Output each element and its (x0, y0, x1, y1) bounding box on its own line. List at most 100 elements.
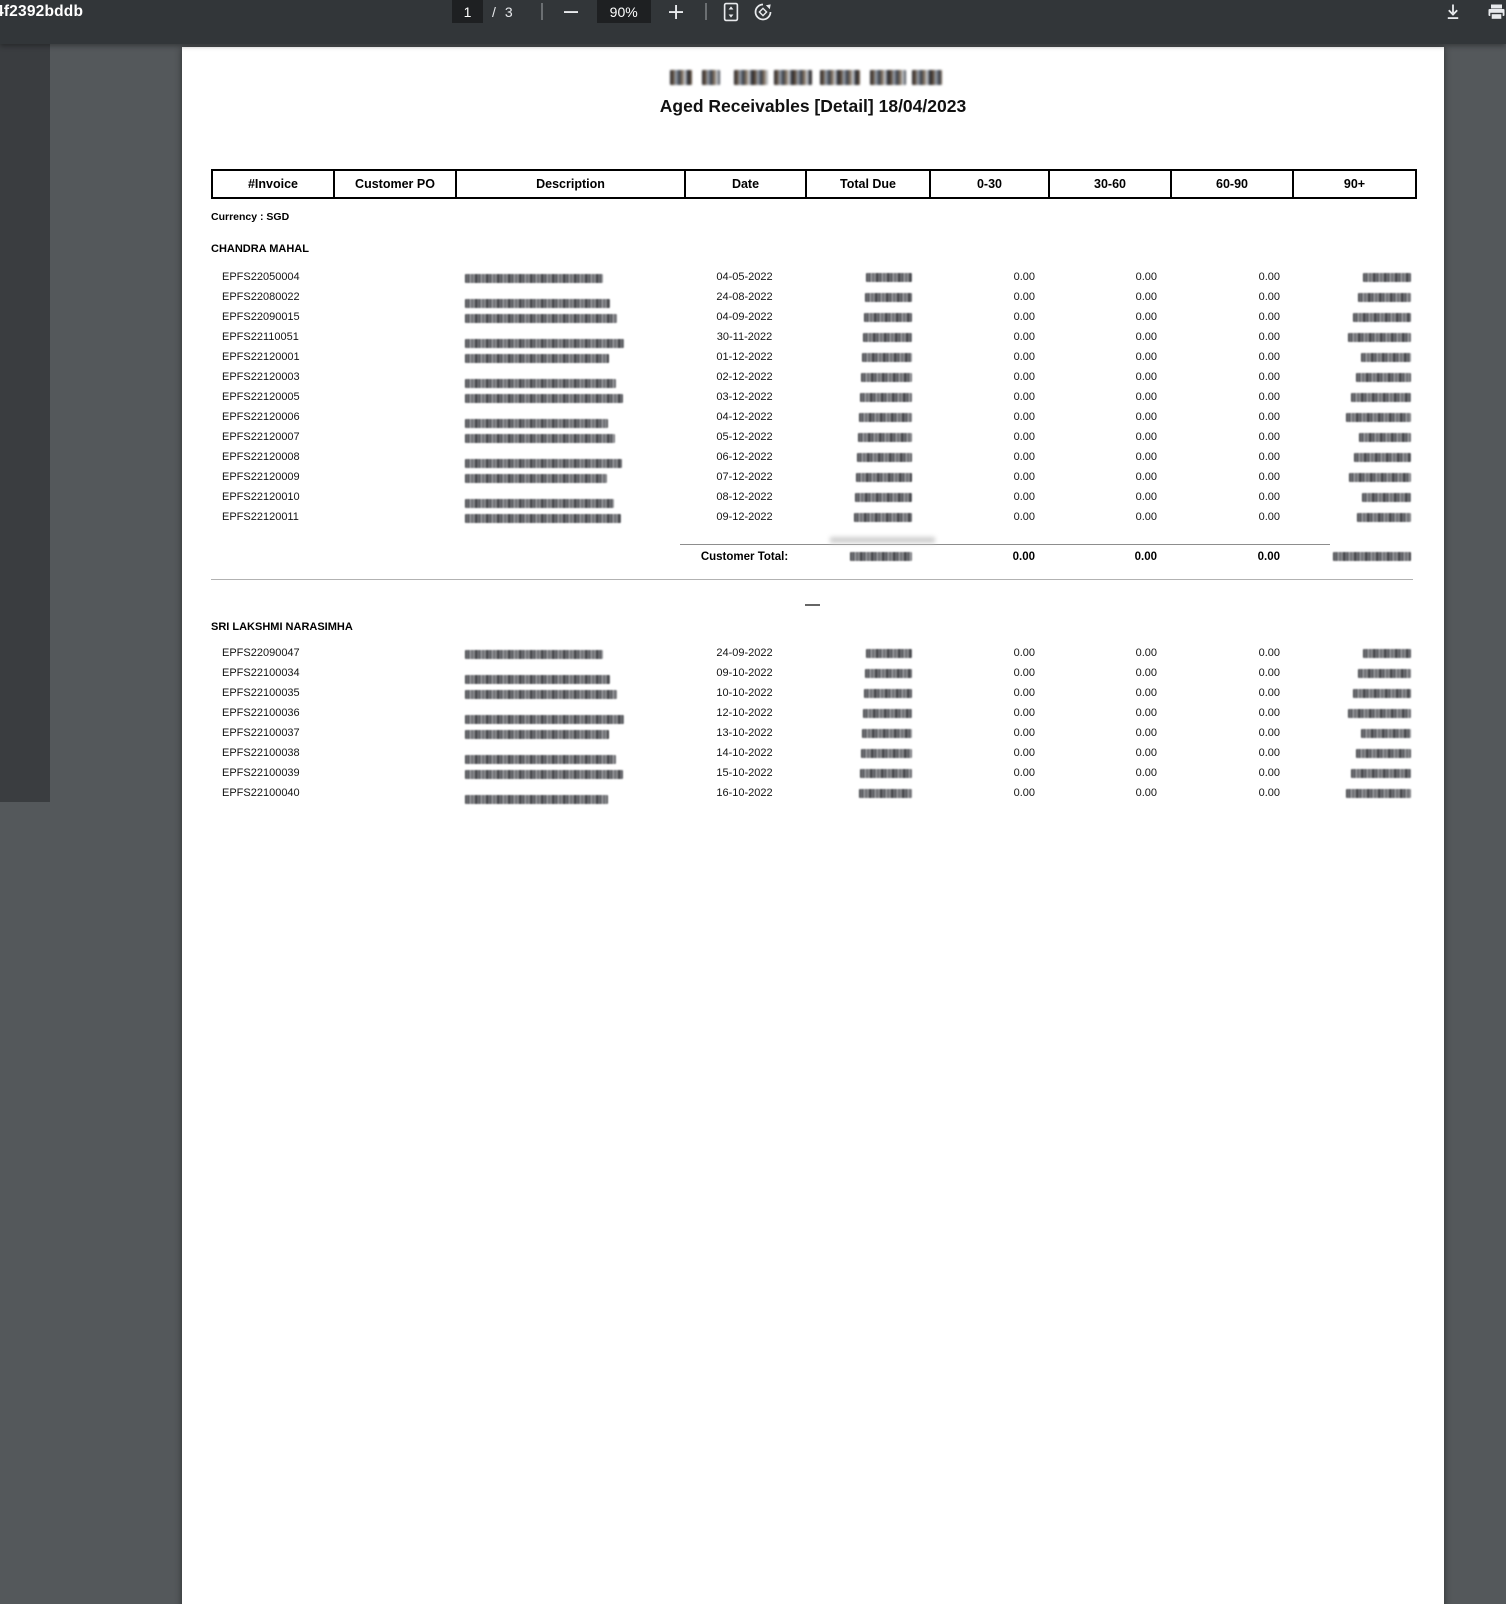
description-cell (455, 783, 684, 804)
toolbar-row: 4f2392bddb 1 / 3 90% (0, 0, 1506, 23)
description-cell (455, 663, 684, 684)
company-name-redacted-segment (870, 70, 906, 85)
redacted-description (465, 729, 609, 739)
aging-90-plus-cell (1292, 447, 1413, 467)
table-row: EPFS22050004 04-05-2022 0.00 0.00 0.00 (211, 267, 1413, 287)
column-header: 30-60 (1050, 171, 1172, 197)
aging-0-30-value: 0.00 (1013, 707, 1035, 719)
customer-po-cell (333, 367, 455, 387)
description-cell (455, 467, 684, 487)
page-number-input[interactable]: 1 (452, 0, 483, 23)
aging-90-plus-cell (1292, 287, 1413, 307)
invoice-number: EPFS22100038 (222, 747, 300, 759)
total-due-cell (805, 763, 929, 783)
total-due-cell (805, 327, 929, 347)
description-cell (455, 387, 684, 407)
download-button[interactable] (1441, 0, 1465, 23)
invoice-date: 04-05-2022 (716, 271, 773, 283)
aging-0-30-value: 0.00 (1013, 351, 1035, 363)
redacted-aging-90-plus (1348, 332, 1411, 342)
redacted-description (465, 458, 622, 468)
redacted-total-due (864, 312, 912, 322)
description-cell (455, 407, 684, 428)
currency-label: Currency : SGD (211, 211, 290, 223)
print-icon (1486, 2, 1506, 22)
redacted-total-due (860, 392, 912, 402)
aging-90-plus-cell (1292, 407, 1413, 427)
redacted-total-due (856, 472, 912, 482)
customer-po-cell (333, 267, 455, 287)
redacted-aging-90-plus (1357, 512, 1411, 522)
description-cell (455, 307, 684, 327)
customer-po-cell (333, 743, 455, 763)
aging-60-90-value: 0.00 (1258, 371, 1280, 383)
table-row: EPFS22100036 12-10-2022 0.00 0.00 0.00 (211, 703, 1413, 724)
aging-60-90-value: 0.00 (1258, 767, 1280, 779)
aging-60-90-value: 0.00 (1258, 391, 1280, 403)
description-cell (455, 723, 684, 743)
column-header: 90+ (1343, 177, 1366, 191)
print-button[interactable] (1486, 0, 1506, 23)
aging-0-30-value: 0.00 (1013, 371, 1035, 383)
redacted-total-due (866, 272, 912, 282)
column-header: Date (686, 171, 807, 197)
aging-60-90-value: 0.00 (1258, 707, 1280, 719)
aging-30-60-value: 0.00 (1135, 511, 1157, 523)
customer-po-cell (333, 427, 455, 447)
customer-po-cell (333, 487, 455, 507)
aging-60-90-value: 0.00 (1258, 491, 1280, 503)
table-row: EPFS22100040 16-10-2022 0.00 0.00 0.00 (211, 783, 1413, 804)
invoice-number: EPFS22100037 (222, 727, 300, 739)
total-due-cell (805, 287, 929, 307)
table-row: EPFS22120003 02-12-2022 0.00 0.00 0.00 (211, 367, 1413, 388)
download-icon (1443, 2, 1463, 22)
total-due-cell (805, 663, 929, 683)
invoice-rows: EPFS22090047 24-09-2022 0.00 0.00 0.00 EPFS22… (182, 643, 1444, 804)
table-row: EPFS22120011 09-12-2022 0.00 0.00 0.00 (211, 507, 1413, 527)
table-row: EPFS22120005 03-12-2022 0.00 0.00 0.00 (211, 387, 1413, 407)
aging-30-60-value: 0.00 (1135, 667, 1157, 679)
customer-total-0-30: 0.00 (1012, 551, 1035, 563)
redacted-description (465, 353, 609, 363)
invoice-date: 03-12-2022 (716, 391, 773, 403)
column-header: 60-90 (1172, 171, 1294, 197)
minus-icon (561, 2, 581, 22)
redacted-aging-90-plus (1353, 312, 1411, 322)
company-name-redacted-segment (820, 70, 860, 85)
rotate-button[interactable] (751, 0, 775, 23)
document-filename: 4f2392bddb (0, 3, 84, 20)
customer-po-cell (333, 287, 455, 307)
aging-30-60-value: 0.00 (1135, 727, 1157, 739)
aging-0-30-value: 0.00 (1013, 391, 1035, 403)
aging-0-30-value: 0.00 (1013, 331, 1035, 343)
fit-to-page-button[interactable] (719, 0, 743, 23)
invoice-date: 06-12-2022 (716, 451, 773, 463)
redacted-aging-90-plus (1359, 432, 1411, 442)
aging-0-30-value: 0.00 (1013, 727, 1035, 739)
invoice-number: EPFS22120006 (222, 411, 300, 423)
aging-30-60-value: 0.00 (1135, 767, 1157, 779)
table-row: EPFS22100034 09-10-2022 0.00 0.00 0.00 (211, 663, 1413, 684)
customer-total-60-90: 0.00 (1257, 551, 1280, 563)
pdf-viewer-window: { "colors": { "toolbar_bg": "#323639", "… (0, 0, 1506, 1604)
invoice-date: 14-10-2022 (716, 747, 773, 759)
company-name-redacted-segment (734, 70, 768, 85)
redacted-total-due (861, 372, 912, 382)
company-name-redacted-segment (912, 70, 942, 85)
viewer-left-panel (0, 44, 50, 802)
aging-90-plus-cell (1292, 723, 1413, 743)
aging-60-90-value: 0.00 (1258, 687, 1280, 699)
redacted-aging-90-plus (1356, 372, 1411, 382)
aging-60-90-value: 0.00 (1258, 511, 1280, 523)
zoom-in-button[interactable] (664, 0, 688, 23)
customer-po-cell (333, 407, 455, 427)
redacted-aging-90-plus (1346, 412, 1411, 422)
customer-po-cell (333, 663, 455, 683)
aging-60-90-value: 0.00 (1258, 271, 1280, 283)
zoom-level-input[interactable]: 90% (596, 0, 651, 23)
total-due-cell (805, 723, 929, 743)
customer-po-cell (333, 507, 455, 527)
invoice-date: 30-11-2022 (716, 331, 773, 343)
description-cell (455, 347, 684, 367)
zoom-out-button[interactable] (559, 0, 583, 23)
